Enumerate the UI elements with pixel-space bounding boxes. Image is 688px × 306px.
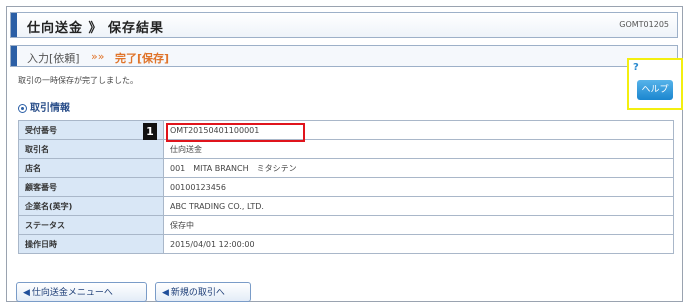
question-icon: ? bbox=[633, 62, 639, 73]
step-indicator: 入力[依頼] »» 完了[保存] bbox=[10, 45, 678, 67]
screen-id: GOMT01205 bbox=[619, 20, 669, 29]
help-highlight: ? ヘルプ bbox=[627, 58, 683, 110]
callout-badge: 1 bbox=[143, 123, 157, 140]
table-row: ステータス 保存中 bbox=[18, 215, 674, 235]
row-value: 001 MITA BRANCH ミタシテン bbox=[163, 158, 674, 178]
transaction-info-table: 受付番号 OMT20150401100001 取引名 仕向送金 店名 001 M… bbox=[18, 120, 674, 254]
row-label: 顧客番号 bbox=[18, 177, 164, 197]
table-row: 企業名(英字) ABC TRADING CO., LTD. bbox=[18, 196, 674, 216]
table-row: 受付番号 OMT20150401100001 bbox=[18, 120, 674, 140]
row-label: 店名 bbox=[18, 158, 164, 178]
step-complete: 完了[保存] bbox=[115, 52, 170, 65]
completion-message: 取引の一時保存が完了しました。 bbox=[18, 76, 138, 85]
row-value: 2015/04/01 12:00:00 bbox=[163, 234, 674, 254]
table-row: 顧客番号 00100123456 bbox=[18, 177, 674, 197]
row-label: 企業名(英字) bbox=[18, 196, 164, 216]
row-label: 操作日時 bbox=[18, 234, 164, 254]
remittance-menu-button[interactable]: ◀ 仕向送金メニューへ bbox=[16, 282, 147, 302]
row-value: 00100123456 bbox=[163, 177, 674, 197]
new-transaction-button[interactable]: ◀ 新規の取引へ bbox=[155, 282, 251, 302]
step-input: 入力[依頼] bbox=[27, 52, 80, 65]
title-accent bbox=[11, 13, 17, 37]
section-title-text: 取引情報 bbox=[30, 103, 70, 114]
row-value: 仕向送金 bbox=[163, 139, 674, 159]
left-arrow-icon: ◀ bbox=[162, 288, 169, 298]
receipt-number-highlight bbox=[166, 123, 305, 142]
help-button[interactable]: ヘルプ bbox=[637, 80, 673, 100]
title-bar: 仕向送金 》 保存結果 GOMT01205 bbox=[10, 12, 678, 38]
row-label: 取引名 bbox=[18, 139, 164, 159]
new-transaction-label: 新規の取引へ bbox=[170, 288, 225, 298]
row-value: ABC TRADING CO., LTD. bbox=[163, 196, 674, 216]
row-label: ステータス bbox=[18, 215, 164, 235]
table-row: 店名 001 MITA BRANCH ミタシテン bbox=[18, 158, 674, 178]
page-title: 仕向送金 》 保存結果 bbox=[27, 21, 165, 36]
steps-accent bbox=[11, 46, 17, 66]
step-separator: »» bbox=[91, 50, 105, 63]
table-row: 取引名 仕向送金 bbox=[18, 139, 674, 159]
bullet-icon bbox=[18, 103, 27, 113]
row-label: 受付番号 bbox=[18, 120, 164, 140]
table-row: 操作日時 2015/04/01 12:00:00 bbox=[18, 234, 674, 254]
remittance-menu-label: 仕向送金メニューへ bbox=[31, 288, 113, 298]
section-title: 取引情報 bbox=[18, 99, 70, 114]
left-arrow-icon: ◀ bbox=[23, 288, 30, 298]
row-value: 保存中 bbox=[163, 215, 674, 235]
